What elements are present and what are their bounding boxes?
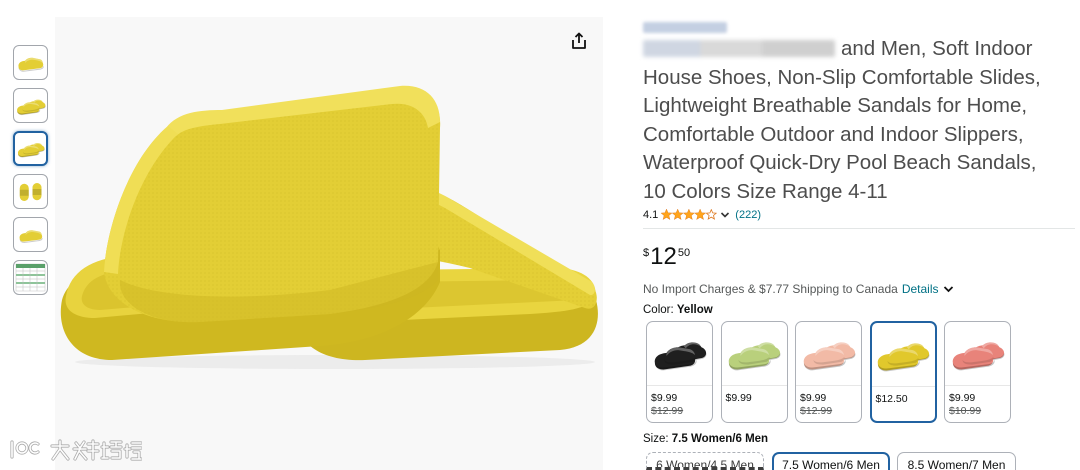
front-slide bbox=[60, 85, 441, 360]
color-swatch[interactable]: $9.99 $10.99 bbox=[944, 321, 1011, 423]
title-line: House Shoes, Non-Slip Comfortable Slides… bbox=[643, 65, 1041, 89]
star-icon bbox=[694, 209, 707, 220]
swatch-price-block: $9.99 $12.99 bbox=[796, 385, 861, 422]
swatch-price: $12.50 bbox=[875, 393, 908, 405]
swatch-image bbox=[872, 323, 935, 386]
swatch-slides-image bbox=[725, 334, 783, 374]
color-swatch[interactable]: $9.99 $12.99 bbox=[795, 321, 862, 423]
redacted-brand-link bbox=[643, 22, 727, 33]
chevron-down-icon[interactable] bbox=[720, 211, 730, 219]
rating-row: 4.1 (222) bbox=[643, 208, 761, 221]
size-option-button[interactable]: 7.5 Women/6 Men bbox=[772, 452, 890, 470]
swatch-price: $9.99 bbox=[949, 392, 976, 404]
swatch-slides-image bbox=[800, 334, 858, 374]
swatch-image bbox=[796, 322, 861, 385]
title-text: and Men, Soft Indoor bbox=[841, 37, 1033, 60]
rating-value: 4.1 bbox=[643, 208, 659, 221]
price: $ 12 50 bbox=[643, 245, 690, 269]
size-label-text: Size: bbox=[643, 433, 669, 445]
swatch-price-block: $9.99 $10.99 bbox=[945, 385, 1010, 422]
thumbnail-image bbox=[16, 180, 46, 204]
swatch-image bbox=[722, 322, 787, 385]
size-chart-thumbnail bbox=[15, 263, 46, 292]
title-line: Waterproof Quick-Dry Pool Beach Sandals, bbox=[643, 151, 1037, 175]
shipping-info: No Import Charges & $7.77 Shipping to Ca… bbox=[643, 282, 954, 296]
color-swatch[interactable]: $9.99 bbox=[720, 321, 788, 423]
swatch-price: $9.99 bbox=[800, 392, 827, 404]
swatch-slides-image bbox=[651, 334, 709, 374]
color-swatches: $9.99 $12.99 $9.99 $9.99 $12.99 $12.50 $… bbox=[646, 321, 1011, 423]
title-line: Lightweight Breathable Sandals for Home, bbox=[643, 94, 1028, 118]
thumbnail-image bbox=[15, 95, 47, 117]
swatch-image bbox=[945, 322, 1010, 385]
color-swatch[interactable]: $9.99 $12.99 bbox=[646, 321, 713, 423]
swatch-image bbox=[647, 322, 712, 385]
divider bbox=[643, 228, 1075, 229]
swatch-slides-image bbox=[949, 334, 1007, 374]
thumbnail-6-size-chart[interactable] bbox=[13, 260, 48, 295]
chevron-down-icon[interactable] bbox=[943, 285, 954, 293]
star-icon bbox=[705, 209, 718, 220]
swatch-slides-image bbox=[874, 335, 932, 375]
shipping-text: No Import Charges & $7.77 Shipping to Ca… bbox=[643, 282, 898, 296]
title-line: Comfortable Outdoor and Indoor Slippers, bbox=[643, 122, 1024, 146]
price-symbol: $ bbox=[643, 247, 650, 259]
color-label-text: Color: bbox=[643, 304, 674, 316]
ratings-count-link[interactable]: (222) bbox=[735, 209, 761, 221]
title-line: and Men, Soft Indoor bbox=[643, 35, 1041, 64]
main-product-image[interactable] bbox=[55, 17, 603, 470]
star-icon bbox=[661, 209, 673, 220]
size-label: Size: 7.5 Women/6 Men bbox=[643, 433, 768, 445]
share-icon[interactable] bbox=[569, 31, 589, 51]
size-selected-value: 7.5 Women/6 Men bbox=[671, 433, 769, 445]
thumbnail-3[interactable] bbox=[13, 131, 48, 166]
swatch-list-price: $12.99 bbox=[800, 405, 833, 417]
thumbnail-2[interactable] bbox=[13, 88, 48, 123]
thumbnail-image bbox=[16, 52, 46, 74]
color-selected-value: Yellow bbox=[676, 304, 713, 316]
star-icon bbox=[683, 209, 696, 220]
thumbnail-5[interactable] bbox=[13, 217, 48, 252]
star-rating[interactable] bbox=[661, 209, 718, 220]
size-option-button[interactable]: 8.5 Women/7 Men bbox=[897, 452, 1016, 470]
color-swatch[interactable]: $12.50 bbox=[869, 321, 937, 423]
star-icon bbox=[672, 209, 684, 220]
watermark-logo bbox=[10, 439, 142, 461]
swatch-price: $9.99 bbox=[725, 392, 752, 404]
size-option-button[interactable]: 6 Women/4.5 Men bbox=[646, 452, 764, 470]
swatch-list-price: $12.99 bbox=[651, 405, 684, 417]
thumbnail-4[interactable] bbox=[13, 174, 48, 209]
price-fraction: 50 bbox=[677, 247, 691, 259]
thumbnail-strip bbox=[13, 45, 48, 303]
thumbnail-image bbox=[16, 225, 46, 245]
swatch-price-block: $12.50 bbox=[871, 386, 935, 421]
title-line: 10 Colors Size Range 4-11 bbox=[643, 179, 888, 203]
thumbnail-image bbox=[16, 139, 46, 159]
swatch-price-block: $9.99 bbox=[721, 385, 787, 422]
swatch-list-price: $10.99 bbox=[949, 405, 982, 417]
redacted-text bbox=[643, 40, 835, 57]
color-label: Color: Yellow bbox=[643, 304, 713, 316]
price-whole: 12 bbox=[650, 243, 677, 270]
swatch-price-block: $9.99 $12.99 bbox=[647, 385, 712, 422]
swatch-price: $9.99 bbox=[651, 392, 678, 404]
shipping-details-link[interactable]: Details bbox=[902, 282, 939, 296]
product-photo-yellow-slides bbox=[60, 85, 598, 369]
thumbnail-1[interactable] bbox=[13, 45, 48, 80]
product-title: and Men, Soft Indoor House Shoes, Non-Sl… bbox=[643, 35, 1041, 207]
